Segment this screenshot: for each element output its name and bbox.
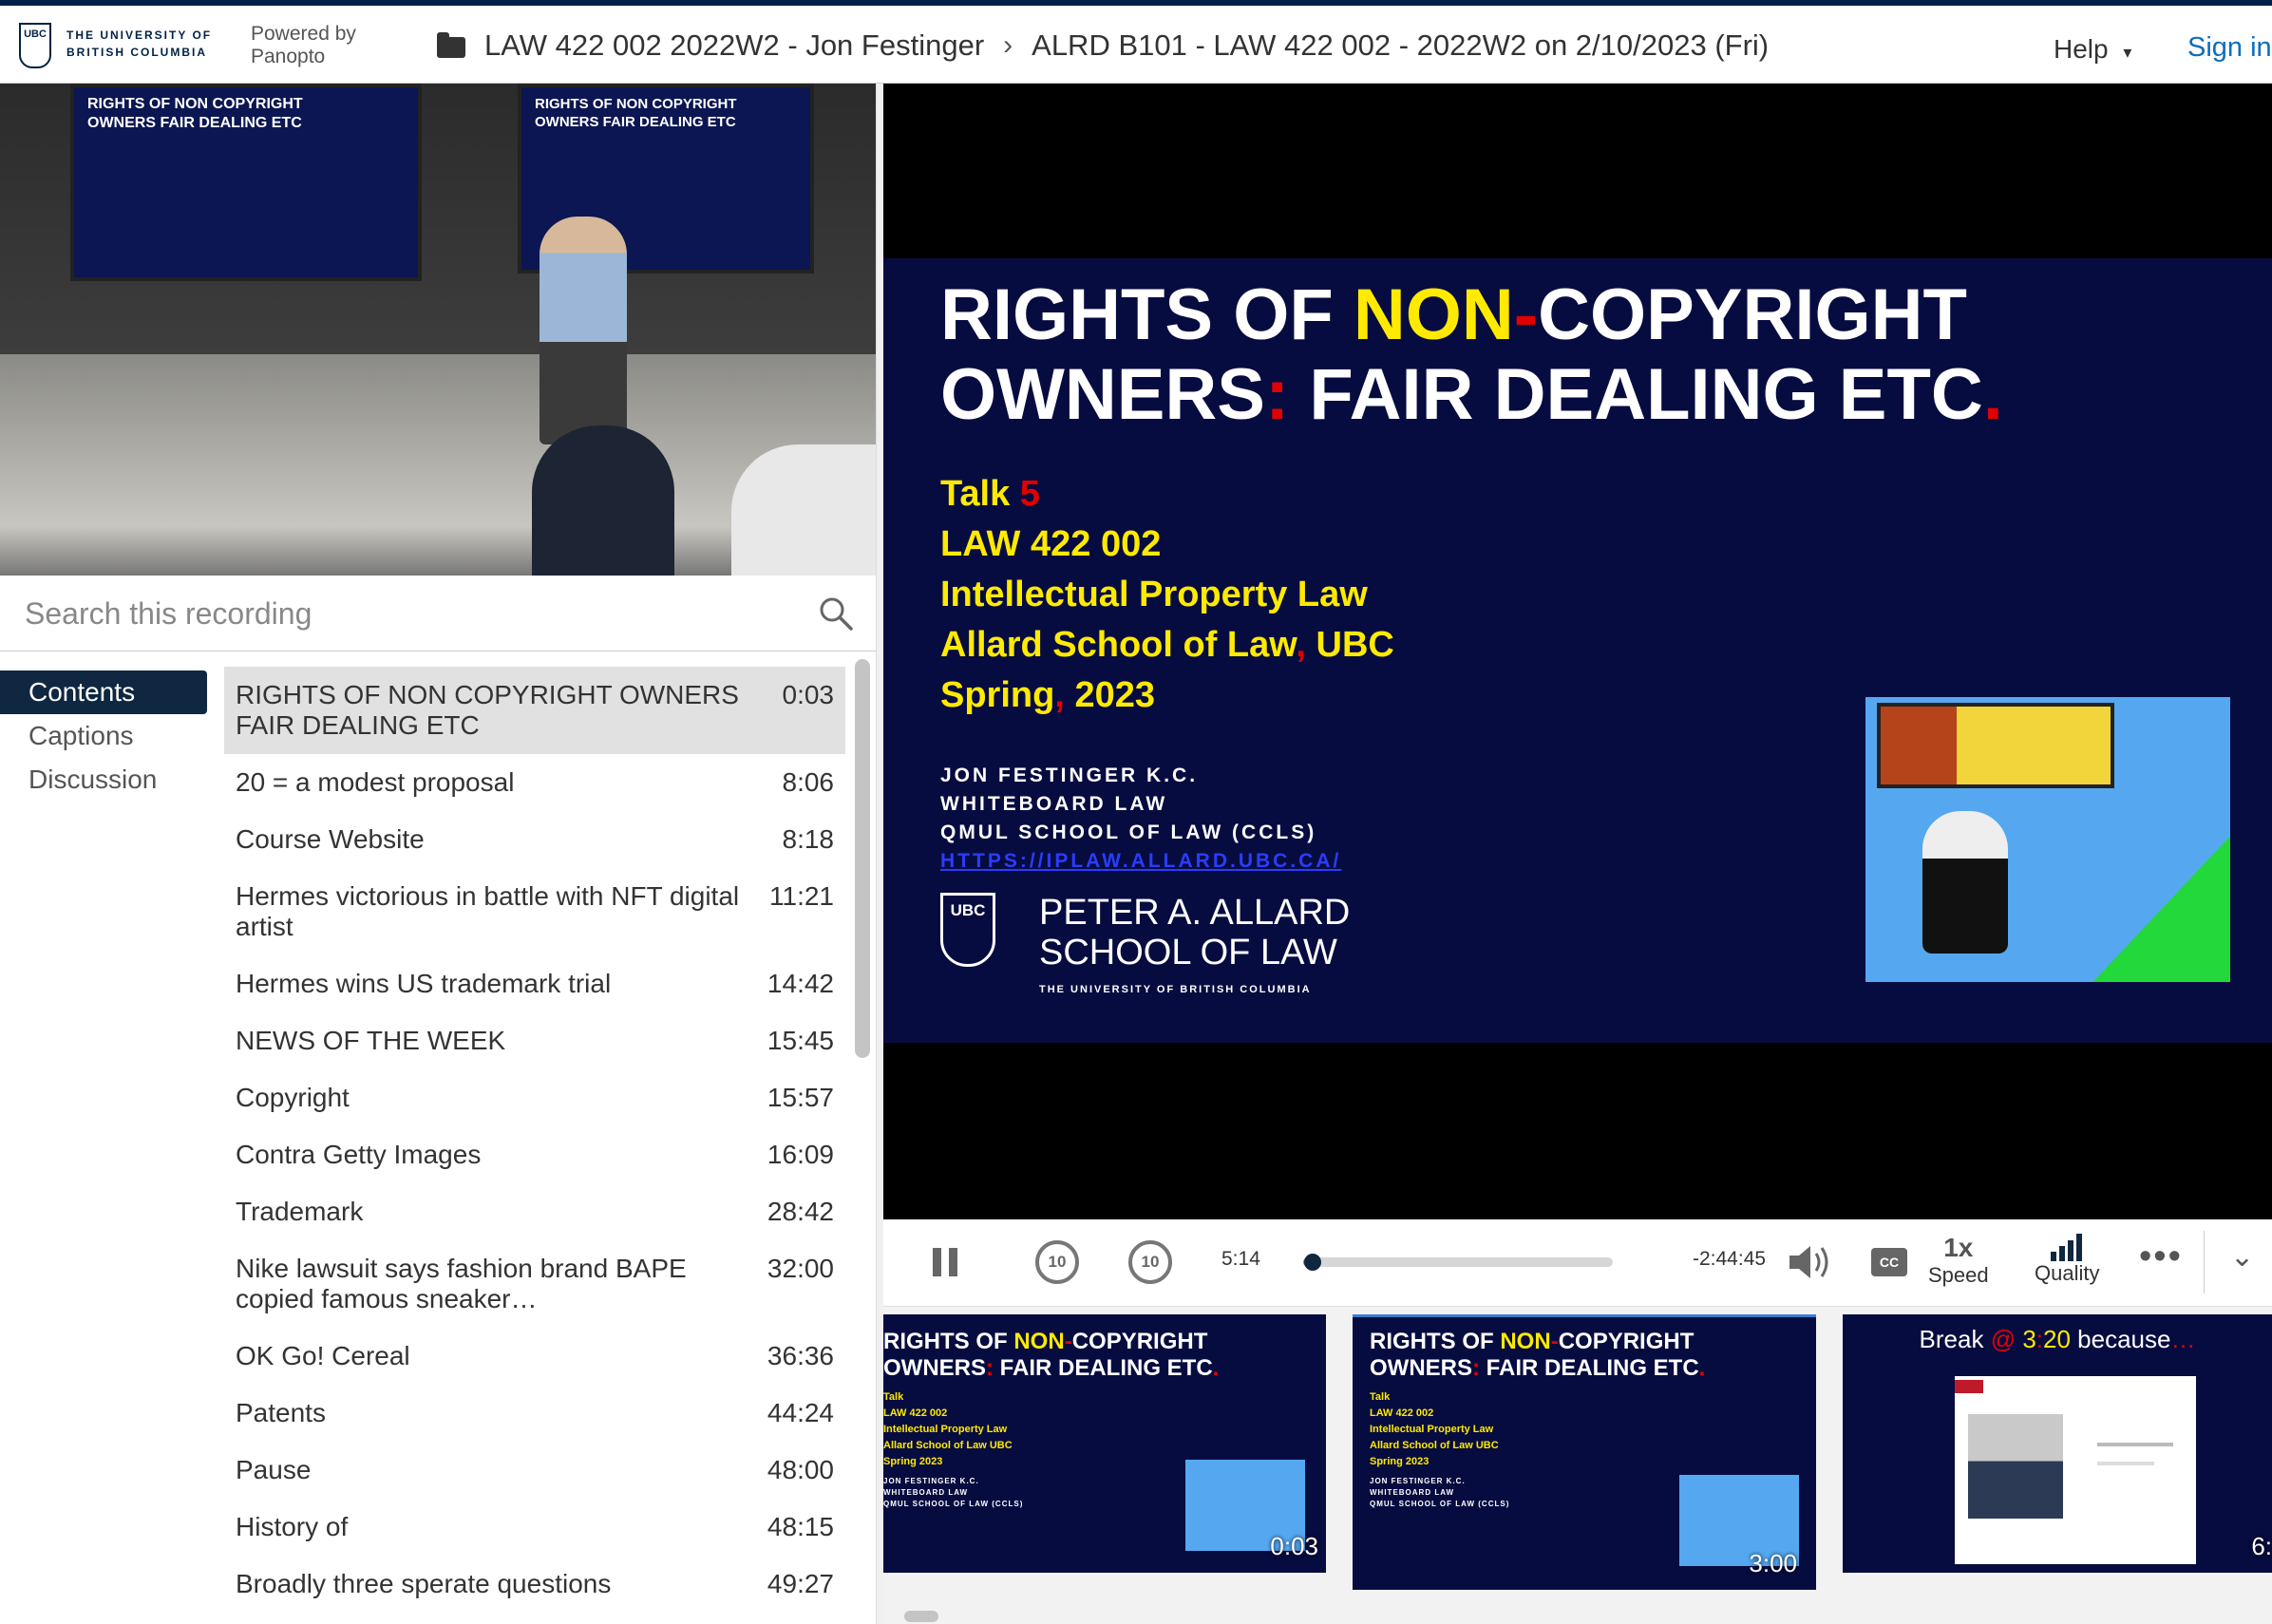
current-time: 5:14: [1221, 1248, 1260, 1270]
list-item[interactable]: Contra Getty Images 16:09: [224, 1126, 845, 1183]
ubc-crest-logo[interactable]: UBC: [19, 23, 51, 68]
tab-discussion[interactable]: Discussion: [0, 758, 211, 802]
speed-value: 1x: [1943, 1233, 1974, 1262]
breadcrumb: LAW 422 002 2022W2 - Jon Festinger › ALR…: [437, 28, 1769, 63]
thumbnail-1[interactable]: RIGHTS OF NON-COPYRIGHT OWNERS: FAIR DEAL…: [1353, 1314, 1816, 1590]
slide-course-info: Talk 5 LAW 422 002 Intellectual Property…: [940, 474, 1394, 715]
presentation-slide: RIGHTS OF NON-COPYRIGHT OWNERS: FAIR DEA…: [883, 258, 2272, 1043]
closed-captions-button[interactable]: CC: [1871, 1248, 1907, 1276]
main-video-player[interactable]: RIGHTS OF NON-COPYRIGHT OWNERS: FAIR DEA…: [883, 84, 2272, 1219]
student-figure-left: [532, 425, 674, 576]
tab-captions[interactable]: Captions: [0, 714, 211, 758]
list-item[interactable]: OK Go! Cereal 36:36: [224, 1328, 845, 1385]
ubc-crest-icon: UBC: [940, 893, 995, 967]
more-options-icon[interactable]: •••: [2139, 1237, 2183, 1277]
thumbnail-scrollbar[interactable]: [904, 1611, 938, 1622]
remaining-time: -2:44:45: [1693, 1248, 1767, 1270]
powered-by-panopto[interactable]: Powered by Panopto: [251, 23, 384, 68]
list-item[interactable]: Pause 48:00: [224, 1442, 845, 1499]
thumbnail-time: 6:: [2251, 1532, 2272, 1560]
thumbnail-title: Break @ 3:20 because…: [1919, 1325, 2196, 1353]
webpage-screenshot-image: [1955, 1376, 2196, 1564]
list-item[interactable]: Copyright 15:57: [224, 1069, 845, 1126]
slide-title: RIGHTS OF NON-COPYRIGHT OWNERS: FAIR DEA…: [940, 274, 2003, 435]
caret-down-icon: ▾: [2123, 43, 2132, 62]
signal-bars-icon: [2051, 1234, 2083, 1261]
slide-author-info: JON FESTINGER K.C. WHITEBOARD LAW QMUL S…: [940, 762, 1341, 876]
tab-contents[interactable]: Contents: [0, 670, 207, 714]
camera-screen-left: RIGHTS OF NON COPYRIGHT OWNERS FAIR DEALI…: [70, 84, 422, 281]
list-item[interactable]: Broadly three sperate questions 49:27: [224, 1556, 845, 1613]
sign-in-link[interactable]: Sign in: [2187, 32, 2272, 64]
side-tabs: Contents Captions Discussion: [0, 670, 211, 802]
help-menu-button[interactable]: Help ▾: [2054, 34, 2131, 65]
skip-back-10-button[interactable]: 10: [1035, 1240, 1079, 1284]
list-item[interactable]: Course Website 8:18: [224, 811, 845, 868]
quality-label: Quality: [2035, 1261, 2100, 1285]
university-name: THE UNIVERSITY OF BRITISH COLUMBIA: [66, 28, 213, 59]
speed-label: Speed: [1928, 1263, 1989, 1287]
chevron-right-icon: ›: [1003, 29, 1013, 61]
list-item[interactable]: Nike lawsuit says fashion brand BAPE cop…: [224, 1240, 845, 1328]
progress-handle[interactable]: [1304, 1254, 1322, 1271]
pause-icon[interactable]: [931, 1246, 959, 1278]
folder-icon: [437, 32, 465, 58]
student-figure-right: [731, 444, 876, 576]
controls-separator: [2204, 1231, 2205, 1294]
thumbnail-2[interactable]: Break @ 3:20 because… 6:: [1843, 1314, 2272, 1573]
progress-bar[interactable]: [1303, 1254, 1613, 1271]
speed-button[interactable]: 1x Speed: [1928, 1233, 1989, 1288]
quality-button[interactable]: Quality: [2035, 1233, 2099, 1286]
breadcrumb-session-title: ALRD B101 - LAW 422 002 - 2022W2 on 2/10…: [1032, 28, 1770, 62]
slide-website-link: HTTPS://IPLAW.ALLARD.UBC.CA/: [940, 850, 1342, 872]
list-item[interactable]: RIGHTS OF NON COPYRIGHT OWNERS FAIR DEAL…: [224, 667, 845, 754]
skip-forward-10-button[interactable]: 10: [1128, 1240, 1172, 1284]
scales-sign: [1877, 703, 2114, 788]
search-bar: [0, 576, 876, 651]
volume-icon[interactable]: [1788, 1244, 1833, 1280]
thumbnail-time: 0:03: [1270, 1532, 1318, 1560]
list-item[interactable]: Trademark 28:42: [224, 1183, 845, 1240]
search-icon[interactable]: [817, 595, 855, 633]
thumbnail-0[interactable]: RIGHTS OF NON-COPYRIGHT OWNERS: FAIR DEAL…: [883, 1314, 1326, 1573]
list-item[interactable]: 20 = a modest proposal 8:06: [224, 754, 845, 811]
green-staircase: [2084, 830, 2230, 982]
thumbnail-time: 3:00: [1749, 1549, 1797, 1577]
list-item[interactable]: History of 48:15: [224, 1499, 845, 1556]
list-item[interactable]: Hermes wins US trademark trial 14:42: [224, 955, 845, 1012]
cartoon-lawyer-image: [1865, 697, 2230, 982]
pane-divider[interactable]: [876, 84, 883, 1624]
top-header: UBC THE UNIVERSITY OF BRITISH COLUMBIA P…: [0, 0, 2272, 84]
chevron-down-icon[interactable]: ⌄: [2230, 1240, 2254, 1274]
contents-list: RIGHTS OF NON COPYRIGHT OWNERS FAIR DEAL…: [224, 667, 845, 1624]
camera-video-feed[interactable]: RIGHTS OF NON COPYRIGHT OWNERS FAIR DEALI…: [0, 84, 876, 576]
breadcrumb-folder-link[interactable]: LAW 422 002 2022W2 - Jon Festinger: [484, 28, 984, 63]
search-input[interactable]: [25, 593, 785, 634]
list-item[interactable]: Hermes victorious in battle with NFT dig…: [224, 868, 845, 955]
cartoon-figure: [1922, 811, 2008, 954]
list-item[interactable]: NEWS OF THE WEEK 15:45: [224, 1012, 845, 1069]
player-controls: 10 10 5:14 -2:44:45 CC 1x Speed Quality …: [883, 1219, 2272, 1307]
contents-scrollbar[interactable]: [855, 659, 870, 1058]
allard-school-logo: UBC PETER A. ALLARD SCHOOL OF LAW THE UN…: [940, 893, 1350, 995]
slide-thumbnails: RIGHTS OF NON-COPYRIGHT OWNERS: FAIR DEAL…: [883, 1307, 2272, 1624]
lecturer-figure: [540, 217, 627, 444]
list-item[interactable]: Patents 44:24: [224, 1385, 845, 1442]
